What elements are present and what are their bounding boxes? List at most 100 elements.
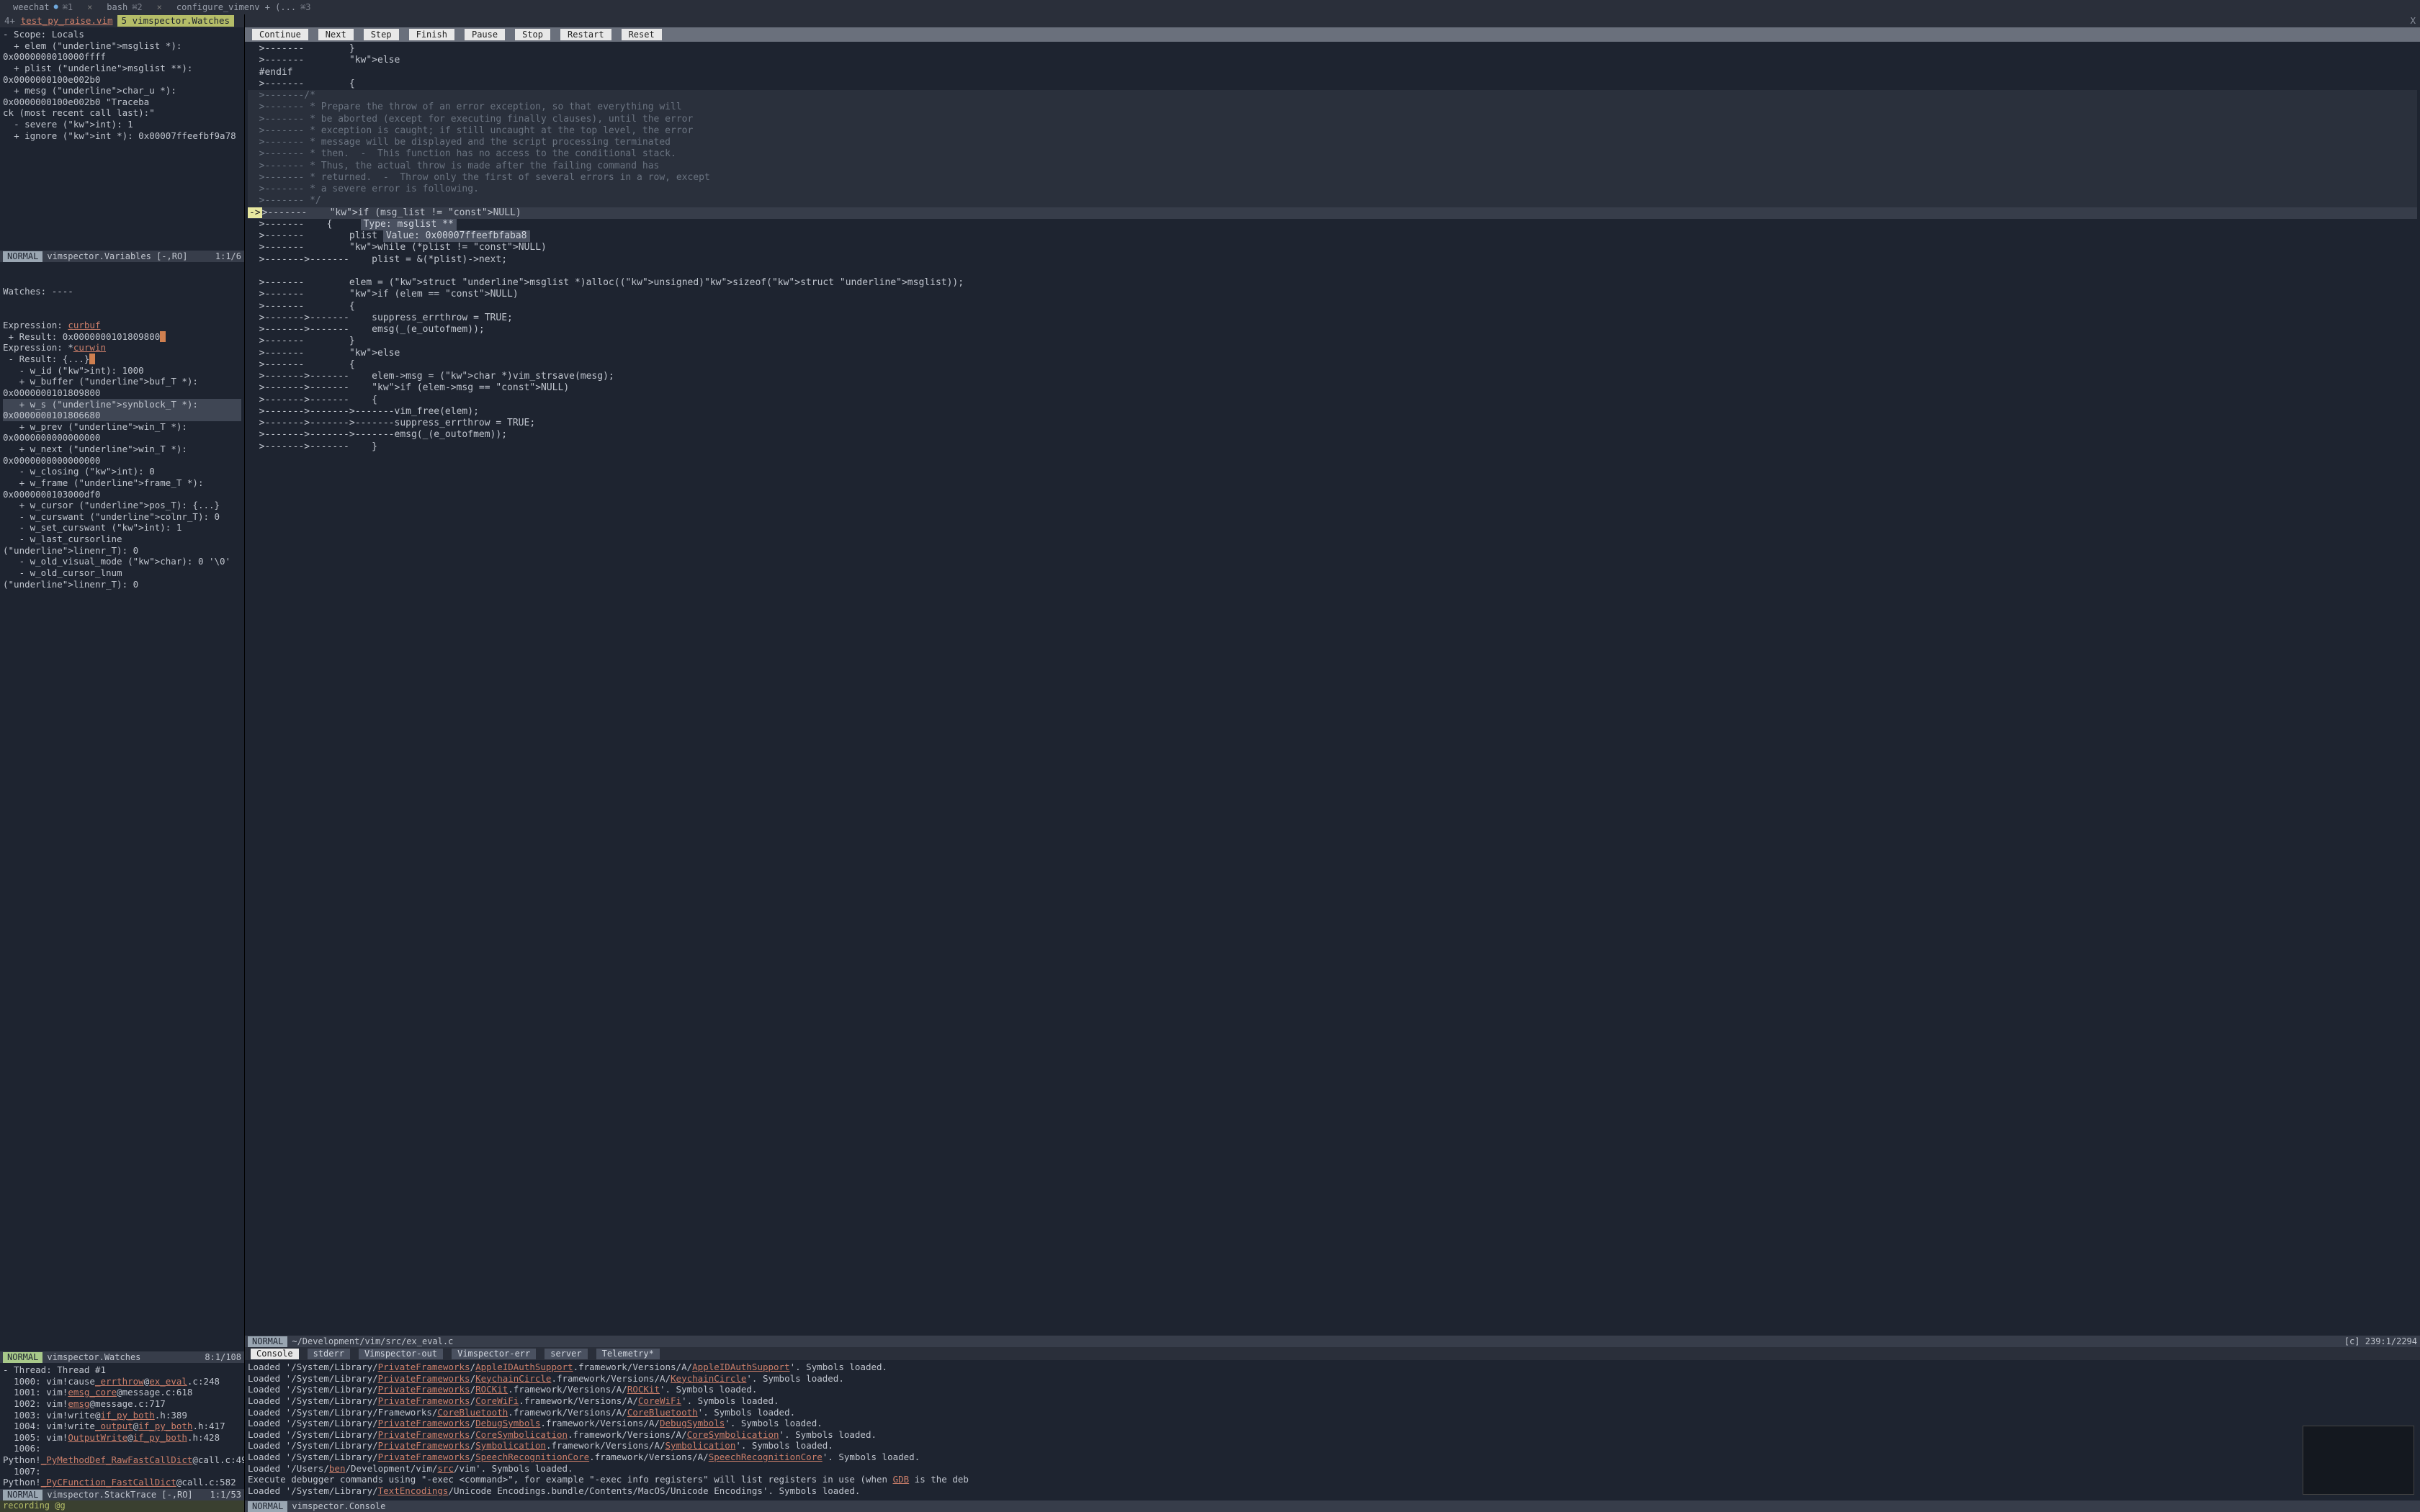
watch-row[interactable]: + w_s ("underline">synblock_T *): 0x0000… (3, 399, 241, 421)
code-pane[interactable]: >------- } >------- "kw">else #endif >--… (245, 42, 2420, 1336)
code-line[interactable]: >------- * message will be displayed and… (248, 137, 2417, 148)
code-line[interactable]: >------- { (248, 359, 2417, 371)
file-tab-1[interactable]: 4+ test_py_raise.vim (0, 15, 117, 27)
buffer-name: vimspector.Variables [-,RO] (47, 251, 187, 262)
variable-row[interactable]: + elem ("underline">msglist *): 0x000000… (3, 40, 241, 63)
code-line[interactable]: >------->------- plist = &(*plist)->next… (248, 254, 2417, 266)
watch-row[interactable]: - w_last_cursorline ("underline">linenr_… (3, 534, 241, 556)
watch-row[interactable]: + Result: 0x0000000101809800 (3, 331, 241, 343)
tab-telemetry[interactable]: Telemetry* (596, 1349, 660, 1359)
restart-button[interactable]: Restart (560, 29, 611, 40)
code-line[interactable]: >------- } (248, 43, 2417, 55)
variable-row[interactable]: - severe ("kw">int): 1 (3, 119, 241, 130)
code-line[interactable]: >------->------- suppress_errthrow = TRU… (248, 312, 2417, 324)
variable-row[interactable]: + mesg ("underline">char_u *): 0x0000000… (3, 85, 241, 107)
watch-row[interactable]: - w_old_visual_mode ("kw">char): 0 '\0' (3, 556, 241, 567)
watch-row[interactable]: Expression: curbuf (3, 320, 241, 331)
code-line[interactable]: >------- { (248, 301, 2417, 312)
watch-row[interactable]: Expression: *curwin (3, 342, 241, 354)
code-line[interactable]: >------- * Thus, the actual throw is mad… (248, 161, 2417, 172)
finish-button[interactable]: Finish (409, 29, 454, 40)
stop-button[interactable]: Stop (515, 29, 550, 40)
watch-row[interactable]: + w_buffer ("underline">buf_T *): 0x0000… (3, 376, 241, 398)
watch-row[interactable]: - w_closing ("kw">int): 0 (3, 466, 241, 477)
app-titlebar: weechat ● ⌘1 × bash ⌘2 × configure_vimen… (0, 0, 2420, 14)
console-line: Loaded '/System/Library/PrivateFramework… (248, 1452, 2417, 1463)
variables-statusbar: NORMAL vimspector.Variables [-,RO] 1:1/6 (0, 251, 244, 262)
code-line[interactable]: >------->------- elem->msg = ("kw">char … (248, 371, 2417, 382)
code-line[interactable]: >------- * returned. - Throw only the fi… (248, 172, 2417, 184)
stack-frame-row[interactable]: 1005: vim!OutputWrite@if_py_both.h:428 (3, 1432, 241, 1444)
watch-row[interactable]: - w_old_cursor_lnum ("underline">linenr_… (3, 567, 241, 590)
close-tab-icon[interactable]: X (2406, 15, 2420, 27)
pause-button[interactable]: Pause (465, 29, 505, 40)
stack-frame-row[interactable]: 1000: vim!cause_errthrow@ex_eval.c:248 (3, 1376, 241, 1387)
code-line[interactable]: >------- "kw">else (248, 348, 2417, 359)
stack-frame-row[interactable]: 1001: vim!emsg_core@message.c:618 (3, 1387, 241, 1398)
code-line[interactable]: >------- "kw">while (*plist != "const">N… (248, 242, 2417, 253)
code-line[interactable]: >------- "kw">if (elem == "const">NULL) (248, 289, 2417, 300)
code-line[interactable]: >------- * be aborted (except for execut… (248, 114, 2417, 125)
tab-vimspector-out[interactable]: Vimspector-out (359, 1349, 443, 1359)
stack-frame-row[interactable]: 1004: vim!write_output@if_py_both.h:417 (3, 1421, 241, 1432)
stack-frame-row[interactable]: 1006: Python!_PyMethodDef_RawFastCallDic… (3, 1443, 241, 1465)
variable-row[interactable]: ck (most recent call last):" (3, 107, 241, 119)
terminal-tab-1[interactable]: weechat ● ⌘1 (3, 2, 83, 13)
code-line[interactable]: >------- { Type: msglist ** (248, 219, 2417, 230)
watch-row[interactable]: - w_set_curswant ("kw">int): 1 (3, 522, 241, 534)
tab-console[interactable]: Console (251, 1349, 299, 1359)
code-line[interactable]: >------- { (248, 78, 2417, 90)
code-line[interactable]: >------- */ (248, 195, 2417, 207)
tab-stderr[interactable]: stderr (308, 1349, 350, 1359)
watch-row[interactable]: - w_id ("kw">int): 1000 (3, 365, 241, 377)
code-line[interactable]: ->>------- "kw">if (msg_list != "const">… (248, 207, 2417, 219)
step-button[interactable]: Step (364, 29, 399, 40)
code-line[interactable]: >------- "kw">else (248, 55, 2417, 66)
code-line[interactable]: >------- * a severe error is following. (248, 184, 2417, 195)
code-line[interactable]: >------->------- { (248, 395, 2417, 406)
stacktrace-pane[interactable]: - Thread: Thread #1 1000: vim!cause_errt… (0, 1363, 244, 1489)
console-line: Loaded '/Users/ben/Development/vim/src/v… (248, 1463, 2417, 1475)
variables-pane[interactable]: - Scope: Locals + elem ("underline">msgl… (0, 27, 244, 251)
tab-vimspector-err[interactable]: Vimspector-err (452, 1349, 536, 1359)
variable-row[interactable]: - Scope: Locals (3, 29, 241, 40)
terminal-tab-3[interactable]: configure_vimenv + (... ⌘3 (166, 2, 321, 13)
reset-button[interactable]: Reset (622, 29, 662, 40)
code-line[interactable]: >------- * then. - This function has no … (248, 148, 2417, 160)
continue-button[interactable]: Continue (252, 29, 308, 40)
file-tab-2[interactable]: 5 vimspector.Watches (117, 15, 235, 27)
terminal-tab-2[interactable]: bash ⌘2 (97, 2, 152, 13)
code-line[interactable]: >------->------->-------suppress_errthro… (248, 418, 2417, 429)
code-line[interactable]: >------->------- "kw">if (elem->msg == "… (248, 382, 2417, 394)
code-line[interactable]: >------- elem = ("kw">struct "underline"… (248, 277, 2417, 289)
next-button[interactable]: Next (318, 29, 354, 40)
tab-server[interactable]: server (544, 1349, 587, 1359)
stack-frame-row[interactable]: 1002: vim!emsg@message.c:717 (3, 1398, 241, 1410)
code-line[interactable]: >------- * exception is caught; if still… (248, 125, 2417, 137)
watch-row[interactable]: - Result: {...} (3, 354, 241, 365)
recording-indicator: recording @g (0, 1500, 244, 1512)
code-line[interactable]: >------- } (248, 336, 2417, 347)
code-line[interactable]: #endif (248, 67, 2417, 78)
code-line[interactable]: >------- * Prepare the throw of an error… (248, 102, 2417, 113)
watch-row[interactable]: - w_curswant ("underline">colnr_T): 0 (3, 511, 241, 523)
code-line[interactable]: >------->------->-------vim_free(elem); (248, 406, 2417, 418)
stack-frame-row[interactable]: 1003: vim!write@if_py_both.h:389 (3, 1410, 241, 1421)
code-line[interactable]: >------->------- emsg(_(e_outofmem)); (248, 324, 2417, 336)
watch-row[interactable]: + w_frame ("underline">frame_T *): 0x000… (3, 477, 241, 500)
variable-row[interactable]: + plist ("underline">msglist **): 0x0000… (3, 63, 241, 85)
code-line[interactable]: >-------/* (248, 90, 2417, 102)
code-line[interactable] (248, 266, 2417, 277)
code-line[interactable]: >------- plist Value: 0x00007ffeefbfaba8 (248, 230, 2417, 242)
code-line[interactable]: >------->------->-------emsg(_(e_outofme… (248, 429, 2417, 441)
variable-row[interactable]: + ignore ("kw">int *): 0x00007ffeefbf9a7… (3, 130, 241, 142)
code-line[interactable]: >------->------- } (248, 441, 2417, 453)
watches-pane[interactable]: Watches: ---- Expression: curbuf + Resul… (0, 262, 244, 1351)
stack-frame-row[interactable]: - Thread: Thread #1 (3, 1364, 241, 1376)
watch-row[interactable]: + w_prev ("underline">win_T *): 0x000000… (3, 421, 241, 444)
watch-row[interactable]: + w_cursor ("underline">pos_T): {...} (3, 500, 241, 511)
stack-frame-row[interactable]: 1007: Python!_PyCFunction_FastCallDict@c… (3, 1466, 241, 1488)
picture-in-picture-preview[interactable] (2303, 1426, 2414, 1495)
console-pane[interactable]: Loaded '/System/Library/PrivateFramework… (245, 1360, 2420, 1500)
watch-row[interactable]: + w_next ("underline">win_T *): 0x000000… (3, 444, 241, 466)
